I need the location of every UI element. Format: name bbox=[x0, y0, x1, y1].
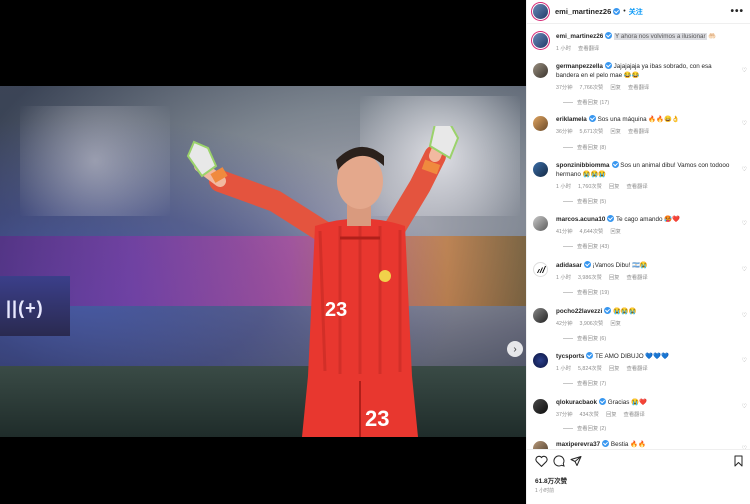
comment-item: maxiperevra37 Bestia 🔥🔥 bbox=[533, 440, 747, 449]
caption-text: Y ahora nos volvimos a ilusionar bbox=[614, 33, 707, 40]
verified-badge-icon bbox=[588, 115, 596, 122]
comment-item: adidasar ¡Vamos Dibu! 🇦🇷😭 1 小时 3,986次赞 回复查… bbox=[533, 261, 747, 281]
comment-list[interactable]: emi_martinez26 Y ahora nos volvimos a il… bbox=[527, 26, 750, 449]
comment-item: sponzinibbiomma Sos un animal dibu! Vamo… bbox=[533, 161, 747, 190]
post-photo[interactable]: ||(+) 23 23 › bbox=[0, 86, 526, 437]
comments-panel: emi_martinez26 • 关注 ••• emi_martinez26 Y… bbox=[526, 0, 750, 504]
view-replies-link[interactable]: 查看回复 (8) bbox=[563, 143, 606, 151]
follow-button[interactable]: 关注 bbox=[629, 7, 643, 17]
heart-icon[interactable]: ♡ bbox=[742, 266, 747, 273]
verified-badge-icon bbox=[604, 307, 612, 314]
verified-badge-icon bbox=[605, 32, 613, 39]
heart-icon[interactable]: ♡ bbox=[742, 312, 747, 319]
more-options-icon[interactable]: ••• bbox=[730, 6, 744, 17]
shorts-number: 23 bbox=[365, 406, 389, 431]
author-username[interactable]: emi_martinez26 bbox=[555, 7, 611, 16]
verified-badge-icon bbox=[586, 352, 594, 359]
instagram-post: ||(+) 23 23 › emi_martinez26 • 关注 ••• em… bbox=[0, 0, 750, 504]
avatar[interactable] bbox=[533, 353, 548, 368]
heart-icon[interactable]: ♡ bbox=[742, 166, 747, 173]
comment-item: qlokuracbaok Gracias 😭❤️ 37分钟 434次赞 回复 查看翻译 bbox=[533, 398, 747, 418]
chevron-right-icon: › bbox=[513, 343, 517, 355]
view-replies-link[interactable]: 查看回复 (43) bbox=[563, 242, 609, 250]
caption: emi_martinez26 Y ahora nos volvimos a il… bbox=[533, 32, 747, 52]
post-header: emi_martinez26 • 关注 ••• bbox=[527, 0, 750, 24]
avatar[interactable] bbox=[533, 216, 548, 231]
verified-badge-icon bbox=[604, 62, 612, 69]
avatar[interactable] bbox=[533, 4, 548, 19]
translate-link[interactable]: 查看翻译 bbox=[578, 44, 599, 52]
view-replies-link[interactable]: 查看回复 (2) bbox=[563, 424, 606, 432]
verified-badge-icon bbox=[583, 261, 591, 268]
avatar[interactable] bbox=[533, 63, 548, 78]
heart-icon[interactable]: ♡ bbox=[742, 220, 747, 227]
post-timestamp: 1 小时前 bbox=[535, 488, 555, 494]
avatar[interactable] bbox=[533, 399, 548, 414]
heart-icon[interactable] bbox=[535, 455, 548, 467]
caption-username[interactable]: emi_martinez26 bbox=[556, 33, 603, 40]
avatar[interactable] bbox=[533, 116, 548, 131]
like-count[interactable]: 61.8万次赞 bbox=[535, 475, 567, 485]
action-bar bbox=[535, 455, 747, 469]
view-replies-link[interactable]: 查看回复 (5) bbox=[563, 197, 606, 205]
comment-icon[interactable] bbox=[553, 455, 565, 467]
comment-item: germanpezzella Jajajajaja ya ibas sobrad… bbox=[533, 62, 747, 91]
verified-badge-icon bbox=[613, 8, 621, 15]
avatar[interactable] bbox=[533, 441, 548, 449]
avatar[interactable] bbox=[533, 308, 548, 323]
verified-badge-icon bbox=[598, 398, 606, 405]
avatar[interactable] bbox=[533, 33, 548, 48]
view-replies-link[interactable]: 查看回复 (6) bbox=[563, 334, 606, 342]
stadium-screen: ||(+) bbox=[0, 276, 70, 336]
verified-badge-icon bbox=[602, 440, 610, 447]
jersey-number: 23 bbox=[325, 299, 347, 321]
avatar[interactable] bbox=[533, 162, 548, 177]
heart-icon[interactable]: ♡ bbox=[742, 357, 747, 364]
verified-badge-icon bbox=[607, 215, 615, 222]
verified-badge-icon bbox=[611, 161, 619, 168]
avatar[interactable] bbox=[533, 262, 548, 277]
view-replies-link[interactable]: 查看回复 (7) bbox=[563, 379, 606, 387]
heart-icon[interactable]: ♡ bbox=[742, 403, 747, 410]
view-replies-link[interactable]: 查看回复 (17) bbox=[563, 98, 609, 106]
comment-item: pocho22lavezzi 😭😭😭 42分钟 3,906次赞 回复 bbox=[533, 307, 747, 327]
media-panel: ||(+) 23 23 › bbox=[0, 0, 526, 504]
bookmark-icon[interactable] bbox=[733, 455, 744, 467]
view-replies-link[interactable]: 查看回复 (19) bbox=[563, 288, 609, 296]
comment-item: eriklamela Sos una máquina 🔥🔥😄👌 36分钟 5,67… bbox=[533, 115, 747, 135]
next-slide-button[interactable]: › bbox=[507, 341, 523, 357]
share-icon[interactable] bbox=[570, 455, 582, 467]
heart-icon[interactable]: ♡ bbox=[742, 120, 747, 127]
comment-item: marcos.acuna10 Te cago amando 🥵❤️ 41分钟 4,… bbox=[533, 215, 747, 235]
heart-icon[interactable]: ♡ bbox=[742, 67, 747, 74]
adidas-logo-icon bbox=[537, 266, 546, 273]
comment-item: tycsports TE AMO DIBUJO 💙💙💙 1 小时 5,824次赞回… bbox=[533, 352, 747, 372]
goalkeeper-figure: 23 23 bbox=[186, 126, 460, 437]
